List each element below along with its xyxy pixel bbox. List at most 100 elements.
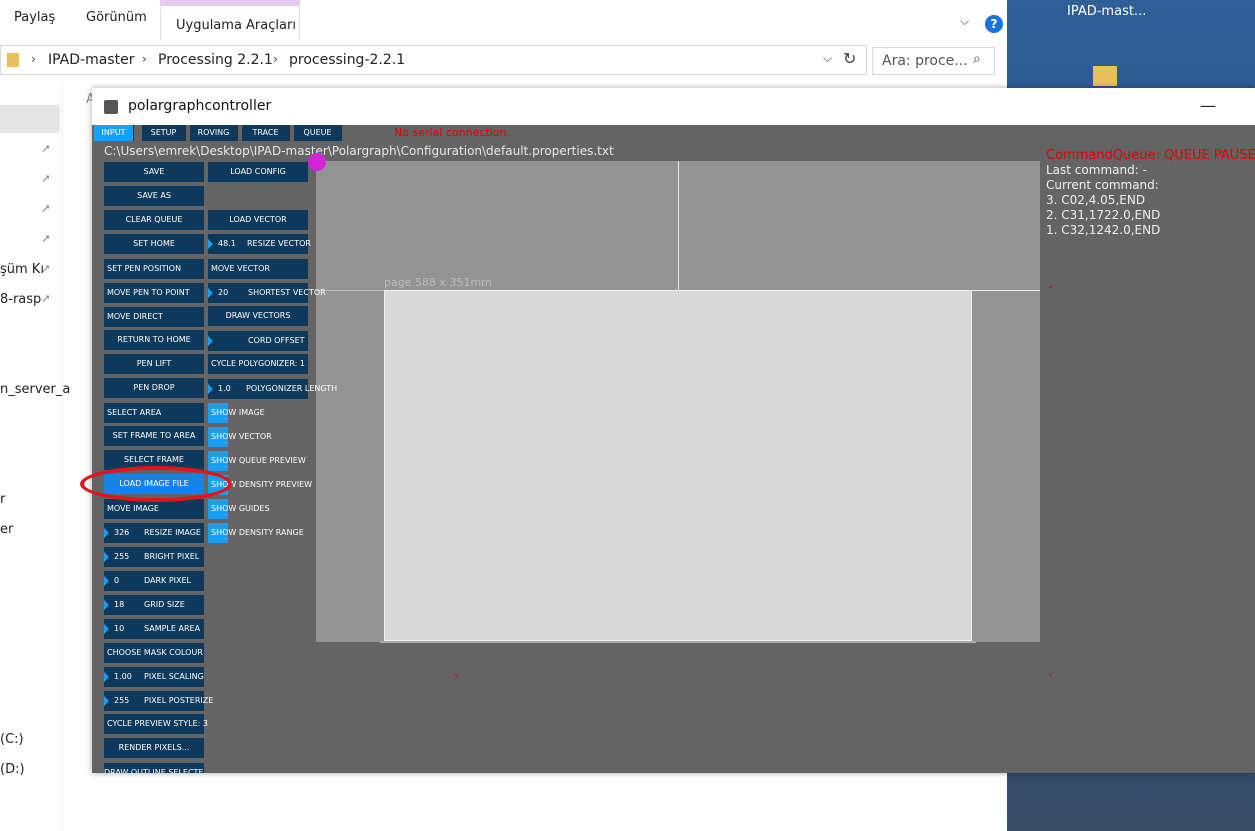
nav-drive-d[interactable]: (D:) [0, 762, 25, 777]
corner-mark: ⌟ [1048, 279, 1053, 290]
move-image-button[interactable]: MOVE IMAGE [104, 499, 204, 519]
tab-share[interactable]: Paylaş [14, 10, 55, 25]
load-config-button[interactable]: LOAD CONFIG [208, 162, 308, 182]
pin-icon: ⭧ [42, 172, 50, 186]
pin-icon: ⭧ [42, 142, 50, 156]
draw-outline-selected-button[interactable]: DRAW OUTLINE SELECTED [104, 763, 204, 773]
search-input[interactable]: Ara: proce... ⌕ [872, 47, 995, 75]
address-bar[interactable]: › IPAD-master › Processing 2.2.1 › proce… [0, 45, 867, 75]
show-queue-preview-toggle[interactable]: SHOW QUEUE PREVIEW [208, 451, 308, 471]
page-area[interactable] [384, 290, 972, 641]
triangle-icon [104, 552, 109, 562]
breadcrumb-2[interactable]: Processing 2.2.1 [158, 52, 273, 68]
help-icon[interactable]: ? [985, 15, 1003, 33]
triangle-icon [104, 600, 109, 610]
folder-icon[interactable] [1093, 66, 1117, 86]
tab-roving[interactable]: ROVING [190, 125, 238, 141]
config-path: C:\Users\emrek\Desktop\IPAD-master\Polar… [104, 144, 614, 158]
nav-item[interactable]: r [0, 492, 5, 507]
show-vector-toggle[interactable]: SHOW VECTOR [208, 427, 308, 447]
load-vector-button[interactable]: LOAD VECTOR [208, 210, 308, 230]
grid-size-field[interactable]: 18 GRID SIZE [104, 595, 204, 615]
tab-view[interactable]: Görünüm [86, 10, 147, 25]
show-image-toggle[interactable]: SHOW IMAGE [208, 403, 308, 423]
explorer-ribbon: Paylaş Görünüm Uygulama Araçları ⌵ ? [0, 0, 1007, 40]
pin-icon: ⭧ [42, 292, 50, 306]
nav-item[interactable]: şüm Kı [0, 262, 44, 277]
window-title: polargraphcontroller [128, 98, 272, 114]
triangle-icon [104, 576, 109, 586]
cord-offset-field[interactable]: CORD OFFSET [208, 331, 308, 351]
nav-drive-c[interactable]: (C:) [0, 732, 24, 747]
tab-app-tools[interactable]: Uygulama Araçları [160, 0, 300, 40]
breadcrumb-1[interactable]: IPAD-master [48, 52, 134, 68]
nav-item[interactable]: er [0, 522, 13, 537]
set-home-button[interactable]: SET HOME [104, 234, 204, 254]
polygonizer-length-field[interactable]: 1.0 POLYGONIZER LENGTH [208, 379, 337, 399]
set-pen-position-button[interactable]: SET PEN POSITION [104, 259, 204, 279]
triangle-icon [208, 336, 213, 346]
nav-item[interactable]: 8-rasp [0, 292, 41, 307]
resize-vector-field[interactable]: 48.1 RESIZE VECTOR [208, 234, 311, 254]
cycle-polygonizer-button[interactable]: CYCLE POLYGONIZER: 1 [208, 354, 308, 374]
chevron-right-icon: › [31, 52, 36, 66]
tab-input[interactable]: INPUT [94, 125, 134, 141]
pen-drop-button[interactable]: PEN DROP [104, 378, 204, 398]
resize-image-field[interactable]: 326 RESIZE IMAGE [104, 523, 204, 543]
page-size-label: page 588 x 351mm [384, 276, 492, 289]
dropdown-icon[interactable]: ⌵ [823, 51, 832, 66]
move-pen-to-point-button[interactable]: MOVE PEN TO POINT [104, 283, 204, 303]
pixel-posterize-field[interactable]: 255 PIXEL POSTERIZE [104, 691, 213, 711]
chevron-down-icon[interactable]: ⌵ [960, 14, 969, 29]
pixel-scaling-field[interactable]: 1.00 PIXEL SCALING [104, 667, 204, 687]
tab-setup[interactable]: SETUP [142, 125, 186, 141]
dark-pixel-field[interactable]: 0 DARK PIXEL [104, 571, 204, 591]
cycle-preview-style-button[interactable]: CYCLE PREVIEW STYLE: 3 [104, 714, 208, 734]
shortest-vector-field[interactable]: 20 SHORTEST VECTOR [208, 283, 326, 303]
tab-app-tools-label: Uygulama Araçları [176, 18, 296, 33]
bright-pixel-field[interactable]: 255 BRIGHT PIXEL [104, 547, 204, 567]
search-icon: ⌕ [973, 51, 981, 67]
triangle-icon [104, 672, 109, 682]
breadcrumb-3[interactable]: processing-2.2.1 [289, 52, 405, 68]
move-direct-button[interactable]: MOVE DIRECT [104, 307, 204, 327]
pin-icon: ⭧ [42, 202, 50, 216]
pin-icon: ⭧ [42, 232, 50, 246]
title-bar[interactable]: polargraphcontroller — [92, 88, 1255, 125]
polargraph-window: polargraphcontroller — INPUT SETUP ROVIN… [80, 88, 1255, 773]
triangle-icon [104, 624, 109, 634]
save-button[interactable]: SAVE [104, 162, 204, 182]
save-as-button[interactable]: SAVE AS [104, 186, 204, 206]
tab-queue[interactable]: QUEUE [294, 125, 342, 141]
tab-trace[interactable]: TRACE [242, 125, 290, 141]
serial-status: No serial connection. [394, 126, 510, 139]
search-placeholder: Ara: proce... [882, 53, 968, 69]
pane-divider [62, 85, 63, 831]
page-shadow [380, 641, 976, 643]
last-command: Last command: - [1046, 163, 1147, 177]
return-to-home-button[interactable]: RETURN TO HOME [104, 330, 204, 350]
show-guides-toggle[interactable]: SHOW GUIDES [208, 499, 308, 519]
command-queue-title: CommandQueue: QUEUE PAUSED [1046, 148, 1255, 163]
triangle-icon [208, 384, 213, 394]
choose-mask-colour-button[interactable]: CHOOSE MASK COLOUR [104, 643, 204, 663]
triangle-icon [208, 288, 213, 298]
nav-item[interactable]: n_server_a [0, 382, 70, 397]
current-command: Current command: [1046, 178, 1159, 192]
select-area-button[interactable]: SELECT AREA [104, 403, 204, 423]
refresh-icon[interactable]: ↻ [843, 49, 856, 68]
guide-line-horizontal-right [972, 290, 1040, 291]
show-density-range-toggle[interactable]: SHOW DENSITY RANGE [208, 523, 308, 543]
clear-queue-button[interactable]: CLEAR QUEUE [104, 210, 204, 230]
set-frame-to-area-button[interactable]: SET FRAME TO AREA [104, 426, 204, 446]
draw-vectors-button[interactable]: DRAW VECTORS [208, 306, 308, 326]
nav-selected-item[interactable] [0, 105, 60, 133]
guide-line-vertical [678, 161, 679, 291]
minimize-button[interactable]: — [1200, 96, 1216, 115]
render-pixels-button[interactable]: RENDER PIXELS... [104, 738, 204, 758]
pen-lift-button[interactable]: PEN LIFT [104, 354, 204, 374]
sample-area-field[interactable]: 10 SAMPLE AREA [104, 619, 204, 639]
desktop-icon-label[interactable]: IPAD-mast... [1067, 4, 1146, 19]
move-vector-button[interactable]: MOVE VECTOR [208, 259, 308, 279]
pen-position-marker [308, 153, 326, 171]
